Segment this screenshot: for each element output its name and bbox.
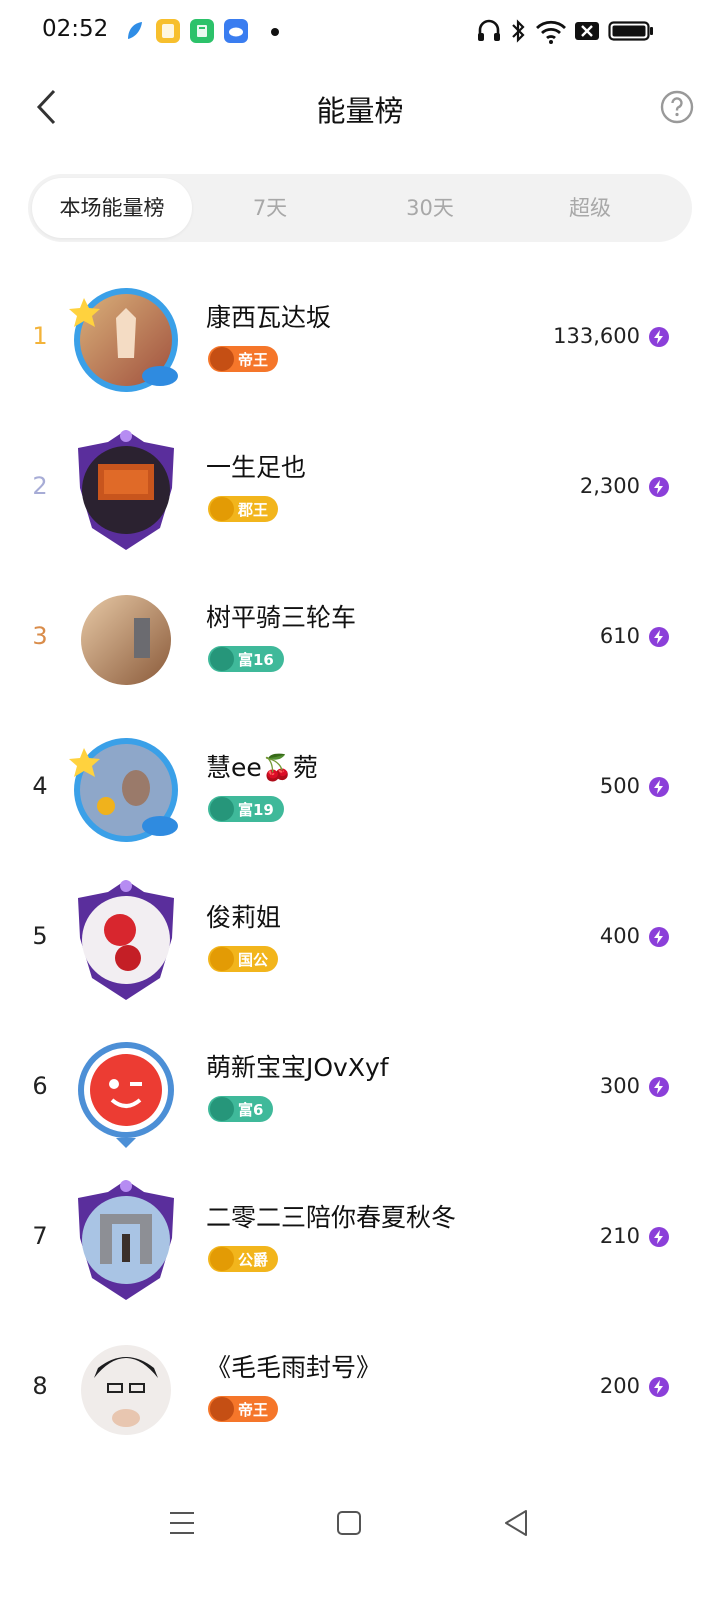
energy-score: 2,300 — [579, 474, 640, 498]
badge-icon — [210, 347, 234, 371]
energy-bolt-icon — [649, 1077, 669, 1097]
user-name: 树平骑三轮车 — [206, 603, 357, 632]
calculator-icon — [190, 19, 214, 43]
ranking-row[interactable]: 5 俊莉姐 国公 400 — [0, 864, 720, 1014]
avatar[interactable] — [64, 878, 188, 1002]
battery-icon — [608, 16, 654, 46]
page-title: 能量榜 — [316, 94, 404, 128]
rank-number: 7 — [32, 1222, 48, 1250]
avatar[interactable] — [64, 428, 188, 552]
badge-label: 富16 — [238, 650, 274, 669]
energy-score: 200 — [599, 1374, 640, 1398]
ranking-row[interactable]: 2 一生足也 郡王 2,300 — [0, 414, 720, 564]
badge-label: 帝王 — [238, 1400, 269, 1419]
rank-number: 2 — [32, 472, 48, 500]
level-badge: 帝王 — [208, 1396, 279, 1422]
data-off-icon — [574, 16, 600, 46]
energy-bolt-icon — [649, 927, 669, 947]
tab-30-days[interactable]: 30天 — [350, 178, 510, 238]
user-name: 俊莉姐 — [206, 903, 282, 932]
home-square-icon[interactable] — [336, 1510, 362, 1536]
badge-icon — [210, 647, 234, 671]
rank-number: 4 — [32, 772, 48, 800]
user-name: 《毛毛雨封号》 — [206, 1353, 382, 1382]
level-badge: 富16 — [208, 646, 284, 672]
energy-score: 300 — [599, 1074, 640, 1098]
rank-number: 6 — [32, 1072, 48, 1100]
energy-bolt-icon — [649, 1377, 669, 1397]
user-name: 康西瓦达坂 — [206, 303, 332, 332]
badge-label: 公爵 — [238, 1250, 269, 1269]
notes-icon — [156, 19, 180, 43]
badge-label: 国公 — [238, 950, 269, 969]
badge-icon — [210, 1097, 234, 1121]
ranking-row[interactable]: 8 《毛毛雨封号》 帝王 200 — [0, 1314, 720, 1464]
badge-label: 富19 — [238, 800, 274, 819]
user-name: 二零二三陪你春夏秋冬 — [206, 1203, 457, 1232]
energy-bolt-icon — [649, 777, 669, 797]
menu-icon[interactable] — [168, 1508, 196, 1538]
avatar[interactable] — [64, 1328, 188, 1452]
avatar[interactable] — [64, 1178, 188, 1302]
rank-number: 8 — [32, 1372, 48, 1400]
badge-icon — [210, 1247, 234, 1271]
rank-number: 3 — [32, 622, 48, 650]
header: 能量榜 — [0, 62, 720, 162]
tab-super[interactable]: 超级 — [510, 178, 670, 238]
avatar[interactable] — [64, 728, 188, 852]
badge-label: 郡王 — [238, 500, 269, 519]
tab-bar: 本场能量榜 7天 30天 超级 — [28, 174, 692, 242]
energy-bolt-icon — [649, 477, 669, 497]
energy-score: 610 — [599, 624, 640, 648]
tab-current-session[interactable]: 本场能量榜 — [32, 178, 192, 238]
headphones-icon — [476, 16, 502, 46]
energy-bolt-icon — [649, 327, 669, 347]
user-name: 萌新宝宝JOvXyf — [206, 1053, 389, 1082]
ranking-row[interactable]: 1 康西瓦达坂 帝王 133,600 — [0, 264, 720, 414]
wifi-icon — [534, 16, 568, 46]
level-badge: 富19 — [208, 796, 284, 822]
avatar[interactable] — [64, 1028, 188, 1152]
badge-icon — [210, 497, 234, 521]
notification-dot — [271, 28, 279, 36]
level-badge: 富6 — [208, 1096, 274, 1122]
level-badge: 郡王 — [208, 496, 279, 522]
bluetooth-icon — [508, 16, 528, 46]
avatar[interactable] — [64, 578, 188, 702]
rank-number: 5 — [32, 922, 48, 950]
ranking-row[interactable]: 6 萌新宝宝JOvXyf 富6 300 — [0, 1014, 720, 1164]
badge-label: 富6 — [238, 1100, 264, 1119]
badge-label: 帝王 — [238, 350, 269, 369]
rank-number: 1 — [32, 322, 48, 350]
user-name: 慧ee🍒菀 — [206, 753, 318, 782]
badge-icon — [210, 1397, 234, 1421]
ranking-row[interactable]: 7 二零二三陪你春夏秋冬 公爵 210 — [0, 1164, 720, 1314]
status-time: 02:52 — [42, 16, 109, 42]
ranking-row[interactable]: 4 慧ee🍒菀 富19 500 — [0, 714, 720, 864]
back-triangle-icon[interactable] — [502, 1508, 530, 1538]
energy-bolt-icon — [649, 1227, 669, 1247]
energy-score: 500 — [599, 774, 640, 798]
energy-bolt-icon — [649, 627, 669, 647]
energy-score: 210 — [599, 1224, 640, 1248]
help-button[interactable] — [660, 90, 694, 124]
energy-score: 400 — [599, 924, 640, 948]
status-bar: 02:52 — [0, 0, 720, 62]
ranking-row[interactable]: 3 树平骑三轮车 富16 610 — [0, 564, 720, 714]
badge-icon — [210, 797, 234, 821]
feather-icon — [122, 19, 146, 43]
question-circle-icon — [660, 90, 694, 124]
energy-score: 133,600 — [553, 324, 640, 348]
user-name: 一生足也 — [206, 453, 307, 482]
level-badge: 国公 — [208, 946, 279, 972]
level-badge: 公爵 — [208, 1246, 279, 1272]
level-badge: 帝王 — [208, 346, 279, 372]
tab-7-days[interactable]: 7天 — [190, 178, 350, 238]
avatar[interactable] — [64, 278, 188, 402]
system-nav-bar — [0, 1490, 720, 1560]
badge-icon — [210, 947, 234, 971]
cloud-icon — [224, 19, 248, 43]
